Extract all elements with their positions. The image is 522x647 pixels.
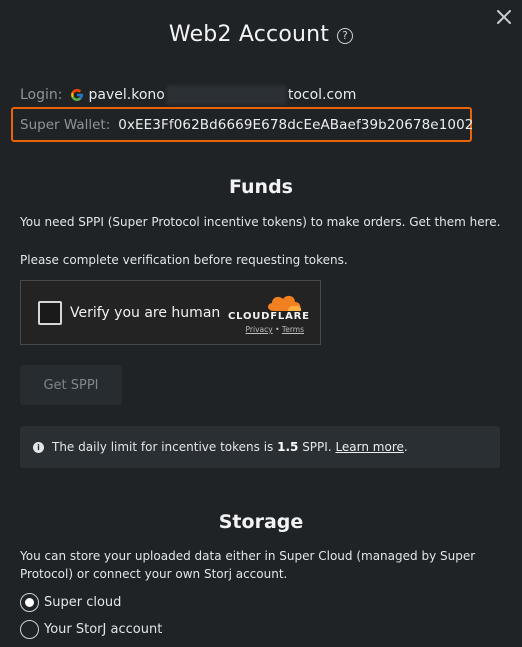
storage-heading: Storage <box>218 511 304 533</box>
link-separator: • <box>275 325 280 334</box>
dialog-title: Web2 Account <box>168 22 330 47</box>
funds-description: You need SPPI (Super Protocol incentive … <box>20 215 501 229</box>
super-cloud-radio[interactable] <box>20 593 39 612</box>
login-row: Login: pavel.kono tocol.com <box>20 85 356 105</box>
cloudflare-logo-icon <box>268 295 302 311</box>
terms-link[interactable]: Terms <box>282 325 304 334</box>
help-icon[interactable]: ? <box>337 28 354 44</box>
super-wallet-row: Super Wallet: 0xEE3Ff062Bd6669E678dcEeAB… <box>11 107 473 142</box>
super-cloud-option[interactable]: Super cloud <box>20 593 121 612</box>
storj-account-option[interactable]: Your StorJ account <box>20 620 162 639</box>
verification-note: Please complete verification before requ… <box>20 253 348 267</box>
cloudflare-wordmark: CLOUDFLARE <box>228 311 310 322</box>
captcha-widget: Verify you are human CLOUDFLARE Privacy … <box>20 280 321 345</box>
captcha-checkbox[interactable] <box>38 300 62 325</box>
captcha-label: Verify you are human <box>70 304 221 321</box>
storage-description: You can store your uploaded data either … <box>20 549 476 581</box>
learn-more-link[interactable]: Learn more <box>335 440 403 454</box>
login-email-suffix: tocol.com <box>287 87 357 103</box>
cloudflare-branding: CLOUDFLARE Privacy • Terms <box>228 293 310 334</box>
wallet-label: Super Wallet: <box>20 116 111 133</box>
login-label: Login: <box>20 87 63 103</box>
login-email-prefix: pavel.kono <box>88 87 165 103</box>
limit-text-after: SPPI. <box>298 440 336 454</box>
limit-text-before: The daily limit for incentive tokens is <box>52 440 278 454</box>
storj-account-radio[interactable] <box>20 620 39 639</box>
redacted-email-mask <box>165 85 287 105</box>
captcha-links: Privacy • Terms <box>228 325 304 334</box>
info-icon: i <box>33 441 44 453</box>
daily-limit-notice: i The daily limit for incentive tokens i… <box>20 426 500 468</box>
privacy-link[interactable]: Privacy <box>246 325 273 334</box>
funds-heading: Funds <box>229 176 293 198</box>
limit-amount: 1.5 <box>277 440 299 454</box>
super-cloud-label: Super cloud <box>44 595 122 610</box>
dialog-header: Web2 Account ? <box>0 22 522 47</box>
storj-account-label: Your StorJ account <box>44 622 163 637</box>
wallet-address[interactable]: 0xEE3Ff062Bd6669E678dcEeABaef39b20678e10… <box>118 117 473 133</box>
get-sppi-button[interactable]: Get SPPI <box>20 365 122 405</box>
google-icon <box>70 89 83 101</box>
limit-text-end: . <box>403 440 408 454</box>
